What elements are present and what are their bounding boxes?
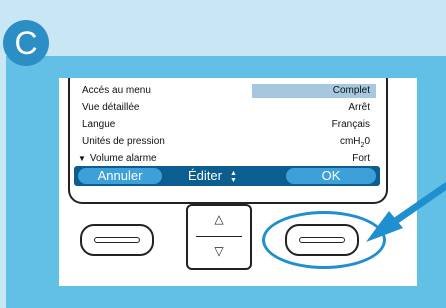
nav-down-icon[interactable]: ▽ [188,244,250,258]
device-screen: Accés au menu Complet Vue détaillée Arrê… [68,78,388,204]
step-badge: C [3,20,49,66]
setting-value: Complet [332,85,370,96]
nav-up-icon[interactable]: △ [188,212,250,226]
cancel-softkey[interactable]: Annuler [78,168,162,184]
left-hardware-button[interactable] [80,224,154,256]
right-button-highlight-circle [262,211,386,269]
button-bar-icon [94,237,140,243]
setting-value: cmH20 [339,136,370,149]
setting-row-language[interactable]: Langue Français [78,116,378,133]
setting-row-menu-access[interactable]: Accés au menu Complet [78,82,378,99]
setting-row-alarm-volume[interactable]: ▼ Volume alarme Fort [78,150,378,167]
settings-list: Accés au menu Complet Vue détaillée Arrê… [78,82,378,167]
up-down-arrows-icon: ▲▼ [229,169,237,184]
setting-label: ▼ Volume alarme [78,153,157,164]
setting-label: Accés au menu [82,85,151,96]
scroll-down-icon: ▼ [78,154,86,163]
ok-softkey[interactable]: OK [286,168,376,184]
setting-value: Arrêt [348,102,370,113]
softkey-bar: Annuler Éditer ▲▼ OK [74,166,380,186]
edit-softkey[interactable]: Éditer ▲▼ [188,168,238,184]
setting-label: Langue [82,119,116,130]
setting-value: Fort [352,153,370,164]
navigation-rocker[interactable]: △ ▽ [186,204,252,270]
setting-label: Unités de pression [82,136,165,147]
setting-value: Français [331,119,370,130]
setting-row-detailed-view[interactable]: Vue détaillée Arrêt [78,99,378,116]
setting-row-pressure-units[interactable]: Unités de pression cmH20 [78,133,378,150]
setting-label: Vue détaillée [82,102,140,113]
rocker-divider [196,236,242,237]
